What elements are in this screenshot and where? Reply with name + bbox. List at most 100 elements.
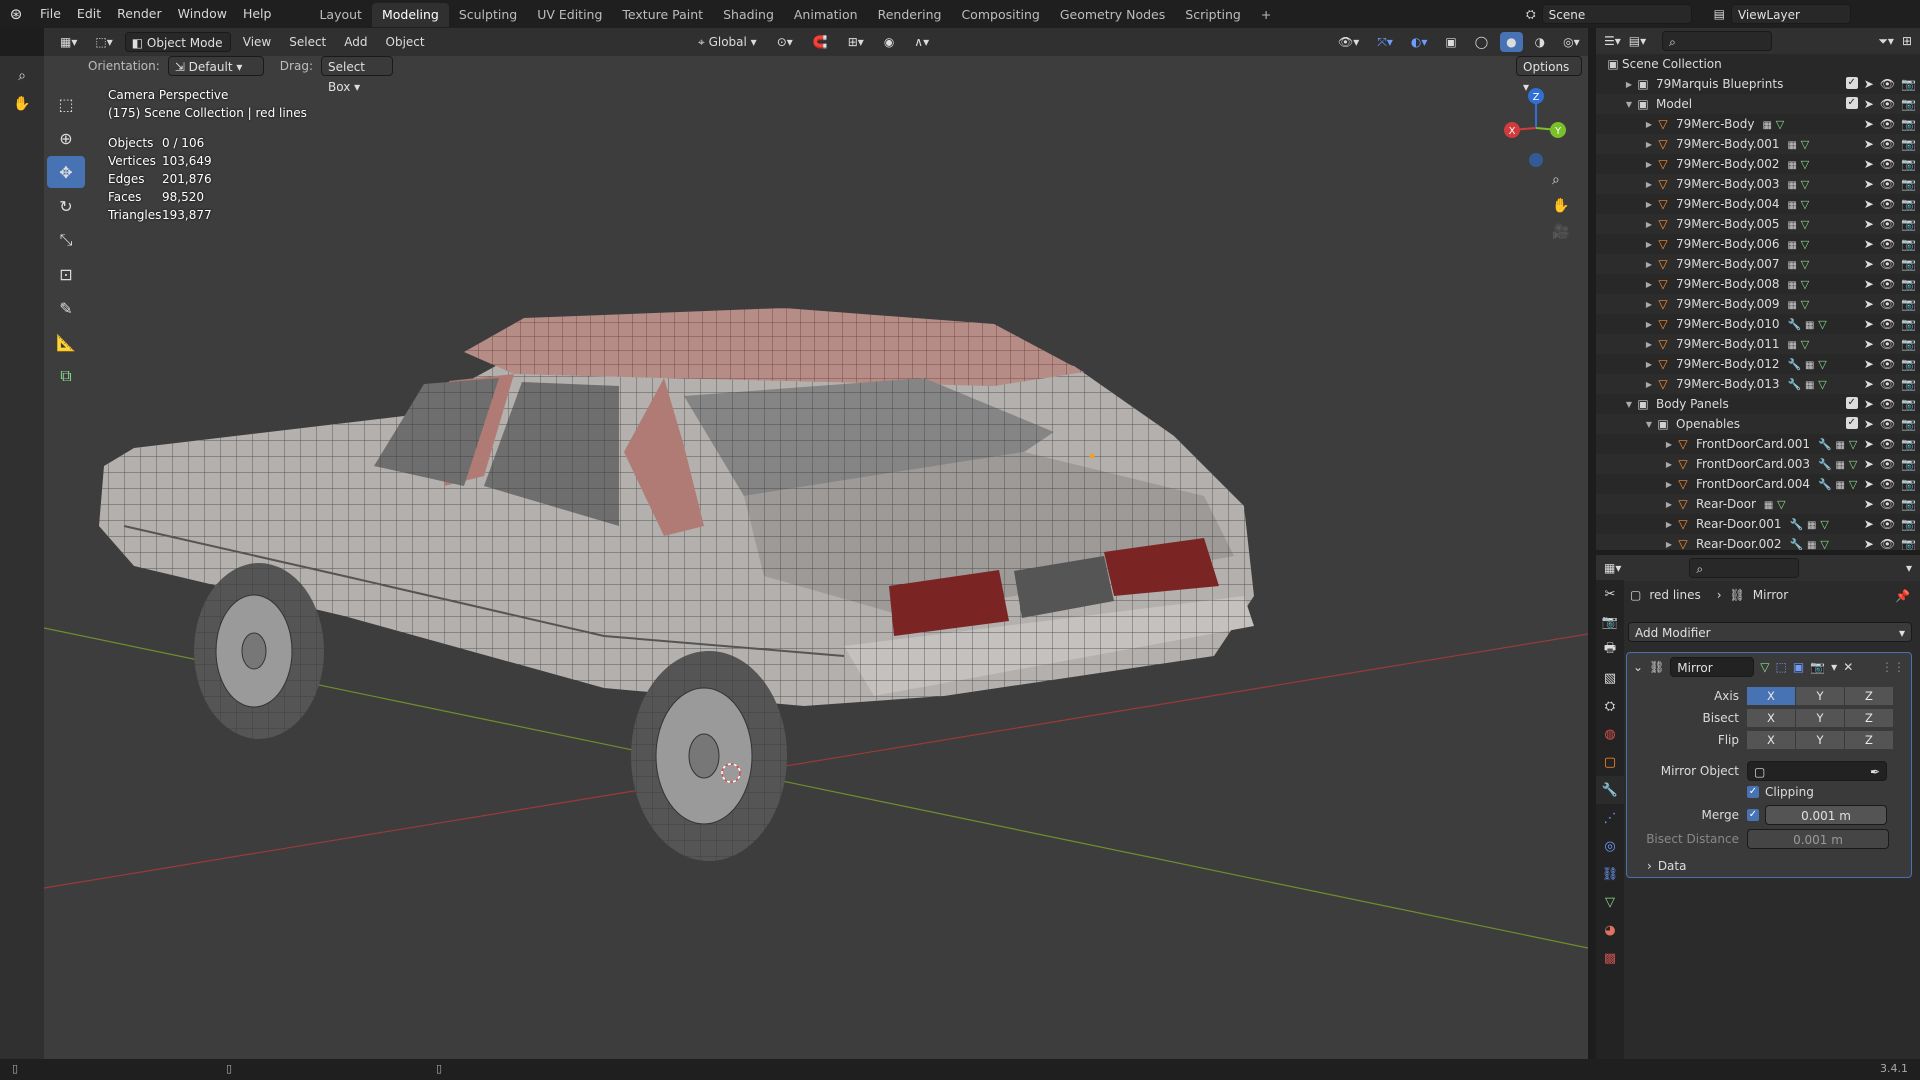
menu-edit[interactable]: Edit [69, 0, 109, 28]
object-data-icons[interactable]: ▦ ▽ [1787, 157, 1809, 171]
render-camera-icon[interactable]: 📷 [1901, 277, 1916, 291]
object-data-icons[interactable]: ▦ ▽ [1787, 137, 1809, 151]
selectable-arrow-icon[interactable]: ➤ [1864, 137, 1874, 151]
mesh-data-icon[interactable]: ▽ [1801, 158, 1809, 171]
tab-sculpting[interactable]: Sculpting [449, 3, 527, 27]
mesh-data-icon[interactable]: ▽ [1820, 518, 1828, 531]
object-data-icons[interactable]: 🔧 ▦ ▽ [1818, 477, 1857, 491]
menu-object[interactable]: Object [380, 32, 431, 52]
object-data-icons[interactable]: ▦ ▽ [1787, 297, 1809, 311]
selectable-arrow-icon[interactable]: ➤ [1864, 197, 1874, 211]
gizmo-toggle-icon[interactable]: ⤧▾ [1371, 32, 1399, 52]
tab-uv-editing[interactable]: UV Editing [527, 3, 612, 27]
render-camera-icon[interactable]: 📷 [1901, 537, 1916, 550]
object-data-icons[interactable]: 🔧 ▦ ▽ [1790, 517, 1829, 531]
outliner-row[interactable]: ▶ ▽ 79Merc-Body.010 🔧 ▦ ▽ ➤ 👁 📷 [1596, 314, 1920, 334]
outliner-row[interactable]: ▶ ▽ 79Merc-Body.001 ▦ ▽ ➤ 👁 📷 [1596, 134, 1920, 154]
viewport-toggle-icon[interactable]: ▣ [1793, 660, 1804, 674]
material-slot-icon[interactable]: ▦ [1836, 440, 1845, 451]
modifier-menu-icon[interactable]: ▾ [1831, 660, 1837, 674]
eye-icon[interactable]: 👁 [1880, 197, 1895, 211]
material-shading-icon[interactable]: ◑ [1529, 32, 1551, 52]
props-options-icon[interactable]: ▾ [1906, 561, 1912, 575]
outliner-row[interactable]: ▶ ▽ 79Merc-Body.011 ▦ ▽ ➤ 👁 📷 [1596, 334, 1920, 354]
mesh-data-icon[interactable]: ▽ [1801, 298, 1809, 311]
expand-chevron-icon[interactable]: ▶ [1664, 500, 1674, 509]
modifier-icon[interactable]: 🔧 [1790, 538, 1804, 550]
outliner-row[interactable]: ▶ ▽ Rear-Door.001 🔧 ▦ ▽ ➤ 👁 📷 [1596, 514, 1920, 534]
mesh-data-icon[interactable]: ▽ [1776, 118, 1784, 131]
outliner-row[interactable]: ▶ ▽ FrontDoorCard.003 🔧 ▦ ▽ ➤ 👁 📷 [1596, 454, 1920, 474]
render-camera-icon[interactable]: 📷 [1901, 337, 1916, 351]
render-camera-icon[interactable]: 📷 [1901, 177, 1916, 191]
render-camera-icon[interactable]: 📷 [1901, 217, 1916, 231]
menu-file[interactable]: File [32, 0, 69, 28]
object-data-icons[interactable]: 🔧 ▦ ▽ [1818, 457, 1857, 471]
edit-mode-toggle-icon[interactable]: ▽ [1760, 660, 1769, 674]
rotate-tool-icon[interactable]: ↻ [47, 190, 85, 222]
cage-toggle-icon[interactable]: ⬚ [1776, 660, 1787, 674]
selectable-arrow-icon[interactable]: ➤ [1864, 317, 1874, 331]
select-box-tool-icon[interactable]: ⬚ [47, 88, 85, 120]
selectable-arrow-icon[interactable]: ➤ [1864, 217, 1874, 231]
object-data-icons[interactable]: ▦ ▽ [1787, 237, 1809, 251]
object-data-icons[interactable]: 🔧 ▦ ▽ [1787, 357, 1826, 371]
outliner-search-input[interactable]: ⌕ [1662, 31, 1773, 51]
material-slot-icon[interactable]: ▦ [1787, 340, 1796, 351]
mesh-data-icon[interactable]: ▽ [1818, 378, 1826, 391]
eye-icon[interactable]: 👁 [1880, 297, 1895, 311]
outliner-row[interactable]: ▶ ▽ 79Merc-Body.003 ▦ ▽ ➤ 👁 📷 [1596, 174, 1920, 194]
expand-chevron-icon[interactable]: ▶ [1644, 240, 1654, 249]
tab-layout[interactable]: Layout [309, 3, 372, 27]
selectable-arrow-icon[interactable]: ➤ [1864, 297, 1874, 311]
expand-chevron-icon[interactable]: ▶ [1664, 540, 1674, 549]
object-data-icons[interactable]: ▦ ▽ [1787, 217, 1809, 231]
solid-shading-icon[interactable]: ● [1500, 32, 1523, 52]
eye-icon[interactable]: 👁 [1880, 477, 1895, 491]
tab-scripting[interactable]: Scripting [1175, 3, 1251, 27]
outliner-row[interactable]: ▶ ▽ 79Merc-Body.006 ▦ ▽ ➤ 👁 📷 [1596, 234, 1920, 254]
mesh-data-icon[interactable]: ▽ [1777, 498, 1785, 511]
modifier-icon[interactable]: 🔧 [1818, 478, 1832, 491]
mirror-object-field[interactable]: ▢ ✒ [1747, 761, 1887, 781]
object-data-icons[interactable]: ▦ ▽ [1787, 177, 1809, 191]
object-data-icons[interactable]: ▦ ▽ [1764, 497, 1786, 511]
outliner-row[interactable]: ▶ ▽ 79Merc-Body.013 🔧 ▦ ▽ ➤ 👁 📷 [1596, 374, 1920, 394]
expand-chevron-icon[interactable]: ▶ [1644, 280, 1654, 289]
clipping-checkbox[interactable]: ✓ [1747, 786, 1759, 798]
mesh-data-icon[interactable]: ▽ [1801, 178, 1809, 191]
eye-icon[interactable]: 👁 [1880, 417, 1895, 431]
selectable-arrow-icon[interactable]: ➤ [1864, 477, 1874, 491]
mesh-data-icon[interactable]: ▽ [1801, 338, 1809, 351]
eye-icon[interactable]: 👁 [1880, 437, 1895, 451]
tab-texture-paint[interactable]: Texture Paint [612, 3, 713, 27]
scene-tab-icon[interactable]: ⛭ [1596, 692, 1624, 720]
outliner-editor-icon[interactable]: ☰▾ [1604, 34, 1621, 48]
render-camera-icon[interactable]: 📷 [1901, 257, 1916, 271]
material-slot-icon[interactable]: ▦ [1787, 280, 1796, 291]
modifier-icon[interactable]: 🔧 [1790, 518, 1804, 531]
eye-icon[interactable]: 👁 [1880, 237, 1895, 251]
options-dropdown[interactable]: Options ▾ [1516, 56, 1582, 94]
remove-modifier-icon[interactable]: ✕ [1843, 660, 1853, 674]
mesh-data-icon[interactable]: ▽ [1801, 238, 1809, 251]
expand-chevron-icon[interactable]: ▼ [1624, 400, 1634, 409]
data-tab-icon[interactable]: ▽ [1596, 888, 1624, 916]
selectable-arrow-icon[interactable]: ➤ [1864, 397, 1874, 411]
expand-chevron-icon[interactable]: ▶ [1664, 520, 1674, 529]
navigation-gizmo[interactable]: Z X Y [1498, 84, 1574, 170]
selectable-arrow-icon[interactable]: ➤ [1864, 277, 1874, 291]
expand-chevron-icon[interactable]: ▶ [1664, 440, 1674, 449]
mode-dropdown[interactable]: ◧ Object Mode ▾ [124, 32, 231, 70]
eye-icon[interactable]: 👁 [1880, 117, 1895, 131]
outliner-row[interactable]: ▶ ▽ Rear-Door.002 🔧 ▦ ▽ ➤ 👁 📷 [1596, 534, 1920, 550]
editor-type-button[interactable]: ▦▾ [54, 32, 83, 52]
outliner-row[interactable]: ▶ ▣ 79Marquis Blueprints ✓ ➤ 👁 📷 [1596, 74, 1920, 94]
zoom-view-icon[interactable]: ⌕ [1552, 172, 1569, 188]
proportional-edit-icon[interactable]: ◉ [878, 32, 900, 52]
mesh-data-icon[interactable]: ▽ [1820, 538, 1828, 550]
falloff-button[interactable]: ∧▾ [908, 32, 935, 52]
camera-view-icon[interactable]: 🎥 [1552, 224, 1569, 240]
modifier-tab-icon[interactable]: 🔧 [1596, 776, 1624, 804]
render-camera-icon[interactable]: 📷 [1901, 417, 1916, 431]
